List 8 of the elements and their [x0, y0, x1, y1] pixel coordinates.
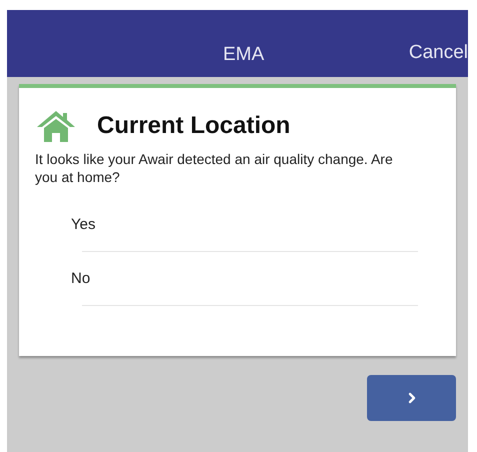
header-title: EMA [223, 43, 264, 67]
house-icon [35, 109, 77, 143]
card-title: Current Location [97, 111, 290, 141]
question-text: It looks like your Awair detected an air quality change. Are you at home? [35, 150, 394, 186]
next-button[interactable] [367, 375, 456, 421]
answer-option[interactable]: Yes [71, 216, 96, 234]
answer-option[interactable]: No [71, 270, 90, 288]
cancel-button[interactable]: Cancel [408, 39, 468, 68]
